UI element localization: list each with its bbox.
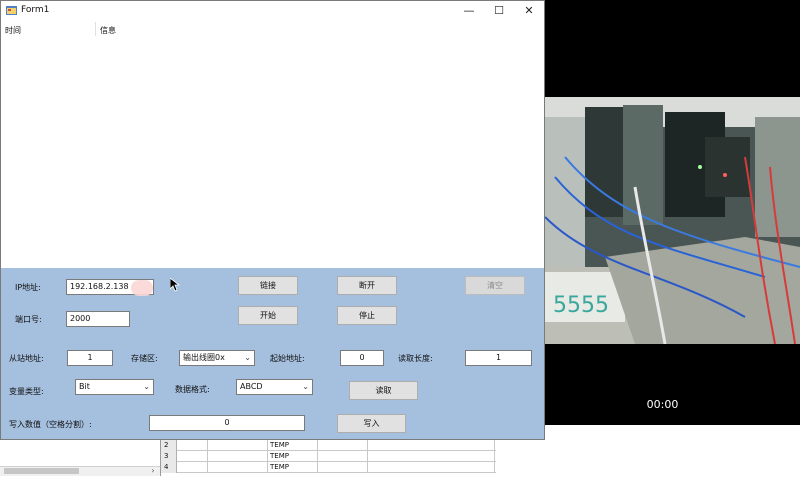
read-length-label: 读取长度:: [398, 354, 433, 363]
scroll-right-icon[interactable]: ›: [148, 466, 158, 476]
video-frame: 5555: [545, 97, 800, 344]
variable-type-label: 变量类型:: [9, 387, 44, 396]
write-values-input[interactable]: 0: [149, 415, 305, 431]
variable-type-select[interactable]: Bit ⌄: [75, 379, 154, 395]
data-format-select[interactable]: ABCD ⌄: [236, 379, 313, 395]
mouse-pointer-icon: [170, 278, 180, 292]
log-listview[interactable]: 时间 信息: [1, 21, 544, 268]
stop-button[interactable]: 停止: [337, 306, 397, 325]
port-input[interactable]: 2000: [66, 311, 130, 327]
cell-value: TEMP: [268, 440, 318, 451]
read-button[interactable]: 读取: [349, 381, 418, 400]
variable-type-value: Bit: [79, 382, 90, 391]
storage-area-label: 存储区:: [131, 354, 158, 363]
form-icon: [6, 6, 17, 15]
ip-label: IP地址:: [15, 283, 41, 292]
minimize-button[interactable]: —: [454, 1, 484, 21]
column-header-time[interactable]: 时间: [5, 25, 21, 36]
start-address-label: 起始地址:: [270, 354, 305, 363]
column-header-info[interactable]: 信息: [100, 25, 116, 36]
video-timecode: 00:00: [646, 398, 679, 411]
slave-address-input[interactable]: 1: [67, 350, 113, 366]
background-spreadsheet: 2 TEMP 3 TEMP 4 TEMP: [160, 440, 496, 476]
clear-button[interactable]: 清空: [465, 276, 525, 295]
desktop-strip: [545, 425, 800, 480]
storage-area-value: 输出线圈0x: [183, 353, 225, 362]
column-divider[interactable]: [95, 22, 96, 36]
slave-address-label: 从站地址:: [9, 354, 44, 363]
read-length-input[interactable]: 1: [465, 350, 532, 366]
chevron-down-icon: ⌄: [302, 382, 309, 391]
table-row: 4 TEMP: [161, 462, 496, 473]
plc-photo: 5555: [545, 97, 800, 344]
port-label: 端口号:: [15, 315, 42, 324]
row-number: 2: [161, 440, 177, 451]
start-address-input[interactable]: 0: [340, 350, 384, 366]
table-row: 3 TEMP: [161, 451, 496, 462]
start-button[interactable]: 开始: [238, 306, 298, 325]
table-row: 2 TEMP: [161, 440, 496, 451]
chevron-down-icon: ⌄: [244, 353, 251, 362]
row-number: 3: [161, 451, 177, 462]
row-number: 4: [161, 462, 177, 473]
write-button[interactable]: 写入: [337, 414, 406, 433]
cell-value: TEMP: [268, 462, 318, 473]
video-controls-area: [545, 344, 800, 425]
maximize-button[interactable]: ☐: [484, 1, 514, 21]
scrollbar-thumb[interactable]: [4, 468, 79, 474]
svg-text:5555: 5555: [553, 293, 609, 318]
chevron-down-icon: ⌄: [143, 382, 150, 391]
close-button[interactable]: ✕: [514, 1, 544, 21]
data-format-label: 数据格式:: [175, 385, 210, 394]
cell-value: TEMP: [268, 451, 318, 462]
disconnect-button[interactable]: 断开: [337, 276, 397, 295]
input-cursor-highlight: [131, 280, 153, 296]
data-format-value: ABCD: [240, 382, 263, 391]
title-bar[interactable]: Form1 — ☐ ✕: [1, 1, 544, 21]
write-values-label: 写入数值（空格分割）:: [9, 420, 92, 429]
connect-button[interactable]: 链接: [238, 276, 298, 295]
window-title: Form1: [21, 5, 50, 15]
app-window: Form1 — ☐ ✕ 时间 信息 IP地址: 192.168.2.138 链接…: [0, 0, 545, 440]
storage-area-select[interactable]: 输出线圈0x ⌄: [179, 350, 255, 366]
